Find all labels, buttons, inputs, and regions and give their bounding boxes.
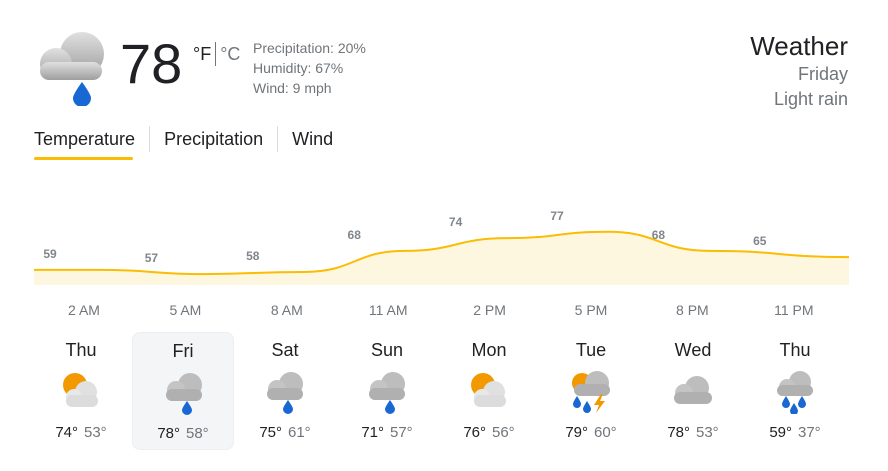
tab-precipitation[interactable]: Precipitation <box>149 126 277 152</box>
x-tick-label: 8 AM <box>271 302 303 318</box>
day-temps: 78° 53° <box>642 424 744 441</box>
day-name: Sat <box>271 340 299 360</box>
tab-temperature[interactable]: Temperature <box>34 126 149 152</box>
day-name: Thu <box>65 340 97 360</box>
wind-text: Wind: 9 mph <box>253 80 332 96</box>
day-name: Sun <box>370 340 404 360</box>
fahrenheit-unit[interactable]: °F <box>193 44 211 65</box>
day-high: 59° <box>769 424 792 441</box>
day-high: 75° <box>259 424 282 441</box>
daily-forecast: Thu 74° 53° Fri 78° 58° Sat 75° 61° Sun 71° 57° Mon 7… <box>30 332 846 450</box>
day-temps: 75° 61° <box>234 424 336 441</box>
light-rain-icon <box>364 368 410 414</box>
day-low: 60° <box>594 424 617 441</box>
weather-condition: Light rain <box>773 89 848 109</box>
celsius-unit[interactable]: °C <box>220 44 240 65</box>
day-high: 79° <box>565 424 588 441</box>
x-tick-label: 5 PM <box>575 302 608 318</box>
light-rain-icon <box>262 368 308 414</box>
day-low: 57° <box>390 424 413 441</box>
day-temps: 78° 58° <box>133 425 233 442</box>
data-label: 68 <box>348 228 362 242</box>
day-high: 74° <box>55 424 78 441</box>
data-label: 58 <box>246 249 260 263</box>
data-label: 68 <box>652 228 666 242</box>
partly-cloudy-icon <box>58 368 104 414</box>
day-high: 78° <box>667 424 690 441</box>
day-high: 76° <box>463 424 486 441</box>
day-temps: 79° 60° <box>540 424 642 441</box>
data-label: 77 <box>550 209 564 223</box>
day-card-wed[interactable]: Wed 78° 53° <box>642 332 744 450</box>
current-details: Precipitation: 20% Humidity: 67% Wind: 9… <box>253 38 366 98</box>
day-card-fri[interactable]: Fri 78° 58° <box>132 332 234 450</box>
day-low: 53° <box>84 424 107 441</box>
unit-toggle[interactable]: °F °C <box>193 42 240 66</box>
x-tick-label: 5 AM <box>169 302 201 318</box>
weather-title: Weather <box>750 31 848 61</box>
partly-cloudy-icon <box>466 368 512 414</box>
light-rain-icon <box>32 30 112 107</box>
tab-wind[interactable]: Wind <box>277 126 347 152</box>
day-temps: 76° 56° <box>438 424 540 441</box>
thunderstorm-icon <box>568 368 614 414</box>
day-name: Mon <box>471 340 507 360</box>
day-high: 71° <box>361 424 384 441</box>
precipitation-text: Precipitation: 20% <box>253 40 366 56</box>
day-low: 37° <box>798 424 821 441</box>
cloudy-icon <box>670 368 716 414</box>
data-label: 59 <box>43 247 57 261</box>
day-name: Tue <box>575 340 607 360</box>
day-low: 56° <box>492 424 515 441</box>
x-tick-label: 2 PM <box>473 302 506 318</box>
day-high: 78° <box>157 425 180 442</box>
humidity-text: Humidity: 67% <box>253 60 344 76</box>
day-temps: 71° 57° <box>336 424 438 441</box>
current-temperature: 78 <box>120 32 183 95</box>
day-temps: 59° 37° <box>744 424 846 441</box>
rain-icon <box>772 368 818 415</box>
day-name: Fri <box>172 341 194 361</box>
day-card-mon[interactable]: Mon 76° 56° <box>438 332 540 450</box>
day-low: 58° <box>186 425 209 442</box>
day-name: Thu <box>779 340 811 360</box>
day-low: 53° <box>696 424 719 441</box>
x-tick-label: 2 AM <box>68 302 100 318</box>
data-label: 74 <box>449 215 463 229</box>
day-card-sat[interactable]: Sat 75° 61° <box>234 332 336 450</box>
x-tick-label: 11 AM <box>369 302 408 318</box>
day-card-thu[interactable]: Thu 59° 37° <box>744 332 846 450</box>
weather-day: Friday <box>797 64 848 84</box>
day-name: Wed <box>674 340 712 360</box>
data-label: 65 <box>753 234 767 248</box>
chart-line <box>34 230 850 276</box>
day-card-tue[interactable]: Tue 79° 60° <box>540 332 642 450</box>
day-card-sun[interactable]: Sun 71° 57° <box>336 332 438 450</box>
data-label: 57 <box>145 251 159 265</box>
x-tick-label: 11 PM <box>774 302 813 318</box>
chart-area <box>34 231 849 285</box>
day-card-thu[interactable]: Thu 74° 53° <box>30 332 132 450</box>
light-rain-icon <box>161 369 207 415</box>
day-low: 61° <box>288 424 311 441</box>
chart-tabs: Temperature Precipitation Wind <box>34 126 347 152</box>
x-tick-label: 8 PM <box>676 302 709 318</box>
weather-header: Weather Friday Light rain <box>750 30 848 112</box>
tab-selected-indicator <box>34 157 133 160</box>
day-temps: 74° 53° <box>30 424 132 441</box>
unit-divider <box>215 42 217 66</box>
